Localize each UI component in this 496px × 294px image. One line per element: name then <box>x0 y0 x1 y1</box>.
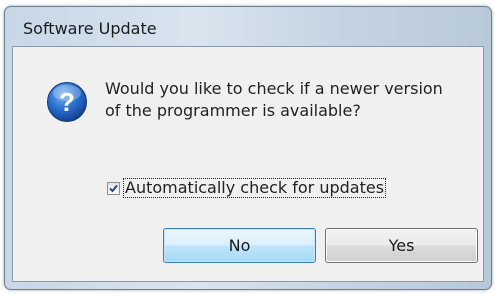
software-update-dialog: Software Update ? Would you like to chec… <box>4 6 492 290</box>
svg-text:?: ? <box>59 87 75 117</box>
auto-check-label[interactable]: Automatically check for updates <box>122 178 387 198</box>
window-title: Software Update <box>23 19 157 38</box>
title-bar[interactable]: Software Update <box>5 7 491 47</box>
auto-check-checkbox[interactable] <box>107 181 120 195</box>
checkmark-icon <box>109 184 118 192</box>
dialog-message: Would you like to check if a newer versi… <box>105 78 465 122</box>
message-line-1: Would you like to check if a newer versi… <box>105 79 443 98</box>
no-button[interactable]: No <box>163 228 316 263</box>
yes-button[interactable]: Yes <box>325 228 478 263</box>
question-icon: ? <box>46 81 88 123</box>
auto-check-option[interactable]: Automatically check for updates <box>107 178 387 198</box>
dialog-body: ? Would you like to check if a newer ver… <box>12 46 484 282</box>
message-line-2: of the programmer is available? <box>105 101 361 120</box>
